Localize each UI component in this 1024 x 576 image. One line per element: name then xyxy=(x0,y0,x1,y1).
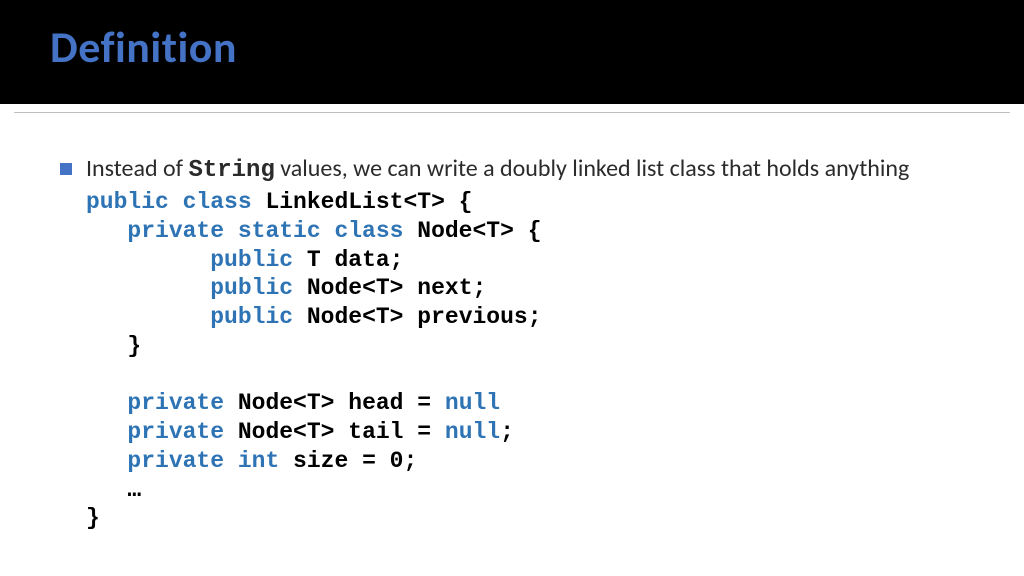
slide-title: Definition xyxy=(50,20,237,74)
code-text: Node<T> previous; xyxy=(293,304,541,330)
code-text: T data; xyxy=(293,247,403,273)
code-block: public class LinkedList<T> { private sta… xyxy=(86,188,909,533)
code-kw: public xyxy=(210,304,293,330)
code-kw: private xyxy=(127,390,224,416)
bullet-code-word: String xyxy=(188,157,274,184)
bullet-text: Instead of String values, we can write a… xyxy=(86,153,909,186)
code-text: Node<T> head = xyxy=(224,390,445,416)
bullet-body: Instead of String values, we can write a… xyxy=(86,153,909,533)
bullet-item: Instead of String values, we can write a… xyxy=(60,153,964,533)
code-kw: public class xyxy=(86,189,252,215)
code-pad xyxy=(86,390,127,416)
code-text: LinkedList<T> { xyxy=(252,189,473,215)
code-kw: public xyxy=(210,247,293,273)
code-kw: private int xyxy=(127,448,279,474)
bullet-prefix: Instead of xyxy=(86,154,188,183)
code-text: Node<T> tail = xyxy=(224,419,445,445)
code-text: } xyxy=(86,333,141,359)
slide-header: Definition xyxy=(0,0,1024,104)
code-pad xyxy=(86,304,210,330)
code-kw: public xyxy=(210,275,293,301)
code-pad xyxy=(86,247,210,273)
code-text: … xyxy=(86,477,141,503)
code-text: Node<T> { xyxy=(403,218,541,244)
code-pad xyxy=(86,419,127,445)
code-pad xyxy=(86,218,127,244)
bullet-suffix: values, we can write a doubly linked lis… xyxy=(275,154,909,183)
code-text: ; xyxy=(500,419,514,445)
code-text: size = 0; xyxy=(279,448,417,474)
code-text: Node<T> next; xyxy=(293,275,486,301)
bullet-icon xyxy=(60,163,72,175)
code-pad xyxy=(86,275,210,301)
code-kw: private static class xyxy=(127,218,403,244)
code-text: } xyxy=(86,505,100,531)
slide-content: Instead of String values, we can write a… xyxy=(0,113,1024,533)
code-kw: null xyxy=(445,419,500,445)
code-kw: private xyxy=(127,419,224,445)
code-pad xyxy=(86,448,127,474)
code-kw: null xyxy=(445,390,500,416)
